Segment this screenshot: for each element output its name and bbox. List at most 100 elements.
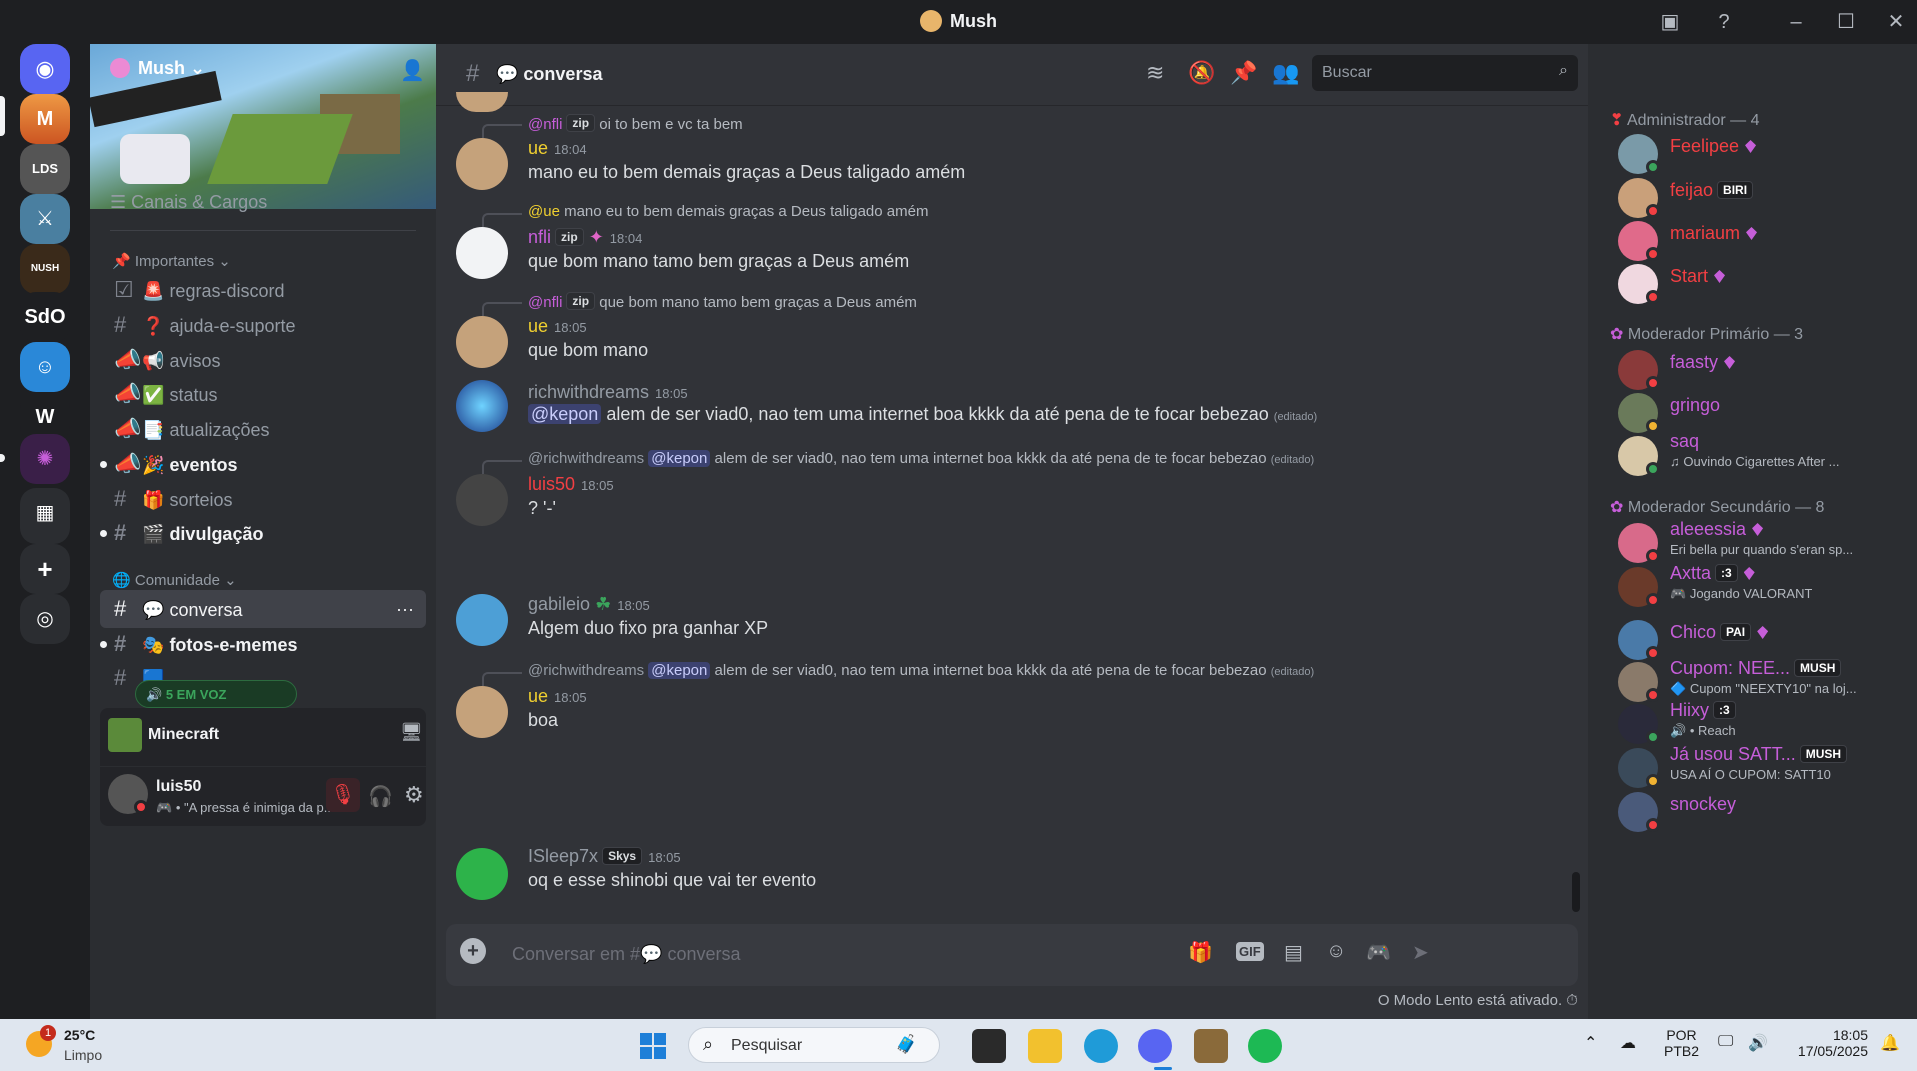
discord-home-icon[interactable]: ◉ [20,44,70,94]
channel-atualizacoes[interactable]: 📣📑 atualizações [100,410,426,448]
server-icon[interactable]: ✺ [20,434,70,484]
category-importantes[interactable]: 📌 Importantes ⌄ [112,252,231,270]
clock[interactable]: 18:05 17/05/2025 [1790,1027,1868,1059]
member-item[interactable]: faasty [1618,346,1908,394]
server-icon[interactable]: ☺ [20,342,70,392]
server-icon[interactable]: ⚔ [20,194,70,244]
member-item[interactable]: aleeessia Eri bella pur quando s'eran sp.… [1618,519,1908,567]
taskbar-search[interactable]: ⌕ Pesquisar 🧳 [688,1027,940,1063]
channel-status[interactable]: 📣✅ status [100,375,426,413]
members-icon[interactable]: 👥 [1272,60,1299,86]
reply-preview[interactable]: @ue mano eu to bem demais graças a Deus … [528,203,928,220]
author[interactable]: ue 18:05 [528,316,587,337]
member-item[interactable]: saq ♫ Ouvindo Cigarettes After ... [1618,431,1908,480]
category-comunidade[interactable]: 🌐 Comunidade ⌄ [112,571,237,589]
member-item[interactable]: Start [1618,260,1908,308]
notifications-muted-icon[interactable]: 🔕 [1188,60,1215,86]
member-item[interactable]: snockey [1618,788,1908,836]
network-icon[interactable]: 🖵 [1718,1033,1733,1051]
channel-sorteios[interactable]: # 🎁 sorteios [100,480,426,518]
volume-icon[interactable]: 🔊 [1748,1033,1768,1053]
message-composer[interactable]: + Conversar em #💬 conversa 🎁 GIF ▤ ☺ 🎮 ➤ [446,924,1578,986]
more-icon[interactable]: ··· [396,590,414,628]
server-icon[interactable]: LDS [20,144,70,194]
avatar[interactable] [108,774,148,814]
channel-regras-discord[interactable]: ☑ 🚨 regras-discord [100,271,426,309]
mention[interactable]: @kepon [528,404,602,424]
onedrive-icon[interactable]: ☁ [1620,1033,1636,1053]
avatar[interactable] [456,380,508,432]
author[interactable]: richwithdreams 18:05 [528,382,688,403]
notifications-icon[interactable]: 🔔 [1880,1033,1900,1053]
user-name[interactable]: luis50 [156,778,201,796]
member-item[interactable]: Cupom: NEE... MUSH 🔷 Cupom "NEEXTY10" na l… [1618,658,1908,706]
author[interactable]: ue 18:04 [528,138,587,159]
settings-icon[interactable]: ⚙ [404,782,424,808]
voice-pill[interactable]: 🔊 5 EM VOZ [135,680,297,708]
upload-icon[interactable]: + [460,938,486,964]
channels-roles-link[interactable]: ☰ Canais & Cargos [110,192,267,213]
add-server-icon[interactable]: + [20,544,70,594]
stream-icon[interactable]: 🖥 [400,722,423,743]
send-icon[interactable]: ➤ [1412,940,1429,965]
member-item[interactable]: mariaum [1618,217,1908,265]
avatar[interactable] [456,474,508,526]
explore-icon[interactable]: ◎ [20,594,70,644]
channel-avisos[interactable]: 📣📢 avisos [100,341,426,379]
member-item[interactable]: gringo [1618,389,1908,437]
invite-icon[interactable]: 👤 [400,58,425,83]
spotify-icon[interactable] [1248,1029,1282,1063]
avatar[interactable] [456,138,508,190]
headphones-icon[interactable]: 🎧 [368,784,393,809]
author[interactable]: ISleep7x Skys 18:05 [528,846,681,867]
apps-icon[interactable]: 🎮 [1366,940,1391,965]
pin-icon[interactable]: 📌 [1230,60,1257,86]
threads-icon[interactable]: ≋ [1146,60,1164,86]
avatar[interactable] [456,92,508,112]
file-explorer-icon[interactable] [1028,1029,1062,1063]
server-name-dropdown[interactable]: Mush ⌄ [110,58,205,79]
mic-muted-icon[interactable]: 🎙 [326,778,360,812]
reply-preview[interactable]: @richwithdreams @kepon alem de ser viad0… [528,450,1314,467]
language-indicator[interactable]: POR PTB2 [1664,1027,1699,1059]
chevron-up-icon[interactable]: ⌃ [1584,1033,1597,1053]
server-mush-icon[interactable]: M [20,94,70,144]
start-button[interactable] [636,1029,670,1063]
member-item[interactable]: Axtta:3 🎮 Jogando VALORANT [1618,563,1908,611]
member-item[interactable]: Feelipee [1618,130,1908,178]
channel-ajuda-e-suporte[interactable]: # ❓ ajuda-e-suporte [100,306,426,344]
reply-preview[interactable]: @nfli zip oi to bem e vc ta bem [528,114,743,133]
reply-preview[interactable]: @richwithdreams @kepon alem de ser viad0… [528,662,1314,679]
gif-icon[interactable]: GIF [1236,942,1264,961]
avatar[interactable] [456,686,508,738]
channel-divulgacao[interactable]: # 🎬 divulgação [100,514,426,552]
discord-taskbar-icon[interactable] [1138,1029,1172,1063]
scrollbar[interactable] [1572,872,1580,912]
task-view-icon[interactable] [972,1029,1006,1063]
member-item[interactable]: Hiixy:3 🔊 • Reach [1618,700,1908,748]
member-item[interactable]: Chico PAI [1618,616,1908,664]
close-button[interactable]: ✕ [1876,8,1916,36]
emoji-icon[interactable]: ☺ [1326,940,1346,963]
gift-icon[interactable]: 🎁 [1188,940,1213,965]
maximize-button[interactable]: ☐ [1826,8,1866,36]
server-sdo[interactable]: SdO [20,292,70,342]
avatar[interactable] [456,227,508,279]
avatar[interactable] [456,848,508,900]
search-input[interactable]: Buscar ⌕ [1312,55,1578,91]
server-icon[interactable]: NUSH [20,244,70,294]
avatar[interactable] [456,316,508,368]
minecraft-launcher-icon[interactable] [1194,1029,1228,1063]
help-icon[interactable]: ? [1704,8,1744,36]
author[interactable]: ue 18:05 [528,686,587,707]
minimize-button[interactable]: – [1776,8,1816,36]
inbox-icon[interactable]: ▣ [1650,8,1690,36]
channel-fotos-e-memes[interactable]: # 🎭 fotos-e-memes [100,625,426,663]
author[interactable]: gabileio ☘ 18:05 [528,594,650,615]
member-item[interactable]: Já usou SATT... MUSH USA AÍ O CUPOM: SATT1… [1618,744,1908,792]
reply-preview[interactable]: @nfli zip que bom mano tamo bem graças a … [528,292,917,311]
edge-icon[interactable] [1084,1029,1118,1063]
sticker-icon[interactable]: ▤ [1284,940,1303,965]
channel-eventos[interactable]: 📣🎉 eventos [100,445,426,483]
author[interactable]: luis50 18:05 [528,474,614,495]
